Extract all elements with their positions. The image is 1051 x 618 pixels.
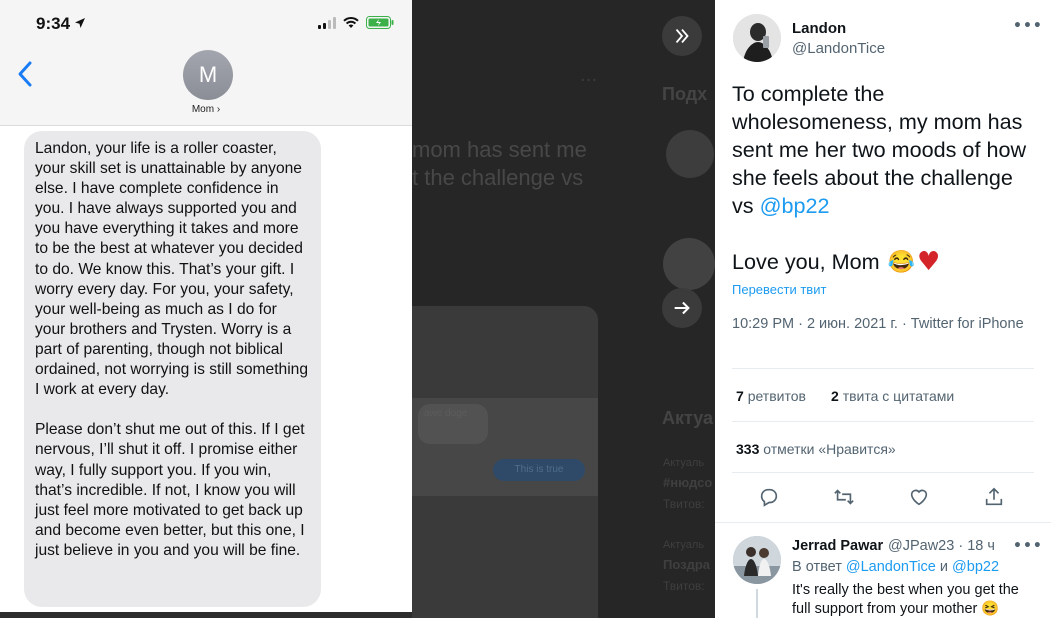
share-icon[interactable]	[983, 486, 1005, 508]
quotes-stat[interactable]: 2 твита с цитатами	[831, 388, 954, 404]
author-name[interactable]: Landon	[792, 20, 846, 37]
signal-icon	[318, 16, 336, 29]
contact-name: Mom ›	[191, 104, 221, 115]
tweet-timestamp[interactable]: 10:29 PM · 2 июн. 2021 г. · Twitter for …	[732, 314, 1032, 334]
background-trend-label: Актуаль	[663, 457, 705, 469]
heart-emoji-icon: ♥	[917, 247, 941, 277]
wifi-icon	[343, 16, 359, 28]
reply-and: и	[939, 559, 948, 575]
background-more-icon: ···	[580, 70, 598, 91]
background-avatar	[666, 130, 714, 178]
status-icons	[318, 16, 394, 29]
collapse-icon	[675, 28, 689, 44]
reply-author-name[interactable]: Jerrad Pawar	[792, 538, 883, 554]
retweets-count: 7	[736, 388, 744, 404]
background-trend-label: Актуаль	[663, 539, 705, 551]
author-avatar[interactable]	[733, 14, 781, 62]
divider	[732, 472, 1034, 473]
reply-prefix: В ответ	[792, 559, 842, 575]
reply-thread-line	[756, 589, 758, 618]
laughing-emoji-icon: 😂	[887, 249, 916, 274]
background-trend-count: Твитов:	[663, 579, 705, 593]
location-arrow-icon	[75, 18, 85, 28]
background-chat-bubble-blue: This is true	[493, 459, 585, 481]
background-avatar	[663, 238, 715, 290]
likes-label: отметки «Нравится»	[763, 441, 896, 457]
message-bubble: Landon, your life is a roller coaster, y…	[24, 131, 321, 607]
reply-avatar[interactable]	[733, 536, 781, 584]
reply-to-line: В ответ @LandonTice и @bp22	[792, 559, 999, 575]
next-image-button[interactable]	[662, 288, 702, 328]
back-chevron-icon	[18, 61, 32, 87]
background-trend-name: #нюдсо	[663, 475, 713, 490]
imessage-header: 9:34 M Mom ›	[0, 0, 412, 126]
tweet-love-text: Love you, Mom	[732, 249, 880, 274]
background-tweet-text: mom has sent me t the challenge vs	[412, 137, 587, 190]
collapse-button[interactable]	[662, 16, 702, 56]
background-side-title: Подх	[662, 84, 708, 104]
message-text: Landon, your life is a roller coaster, y…	[35, 140, 309, 559]
reply-mention-link[interactable]: @LandonTice	[846, 559, 936, 575]
phone-screenshot: 9:34 M Mom › Landon, your life is a roll…	[0, 0, 412, 612]
like-icon[interactable]	[908, 486, 930, 508]
reply-mention-link[interactable]: @bp22	[952, 559, 999, 575]
reply-author-photo	[733, 536, 781, 584]
battery-icon	[366, 16, 394, 29]
retweet-icon[interactable]	[833, 486, 855, 508]
translate-tweet-link[interactable]: Перевести твит	[732, 282, 826, 297]
background-trend-name: Поздра	[663, 557, 710, 572]
tweet-text-love: Love you, Mom 😂 ♥	[732, 248, 940, 276]
more-icon[interactable]: •••	[1013, 18, 1043, 34]
reply-icon[interactable]	[758, 486, 780, 508]
contact-avatar: M	[183, 50, 233, 100]
reply-separator	[715, 522, 1051, 523]
reply-text: It's really the best when you get the fu…	[792, 582, 1019, 617]
likes-stat[interactable]: 333 отметки «Нравится»	[736, 441, 896, 457]
status-time: 9:34	[36, 14, 71, 33]
author-handle[interactable]: @LandonTice	[792, 40, 885, 57]
mention-link[interactable]: @bp22	[760, 193, 830, 218]
next-arrow-icon	[674, 301, 690, 315]
divider	[732, 368, 1034, 369]
quotes-label: твита с цитатами	[842, 388, 955, 404]
background-trend-count: Твитов:	[663, 497, 705, 511]
reply-more-icon[interactable]: •••	[1013, 538, 1043, 554]
quotes-count: 2	[831, 388, 839, 404]
likes-count: 333	[736, 441, 760, 457]
divider	[732, 421, 1034, 422]
reply-author-handle[interactable]: @JPaw23 · 18 ч	[888, 538, 995, 554]
tweet-text: To complete the wholesomeness, my mom ha…	[732, 80, 1032, 220]
retweets-stat[interactable]: 7 ретвитов	[736, 388, 806, 404]
background-chat-bubble: awe doge	[418, 404, 488, 444]
author-photo	[733, 14, 781, 62]
background-trends-title: Актуа	[662, 408, 714, 428]
retweets-label: ретвитов	[747, 388, 806, 404]
tweet-panel: Landon @LandonTice ••• To complete the w…	[715, 0, 1051, 618]
